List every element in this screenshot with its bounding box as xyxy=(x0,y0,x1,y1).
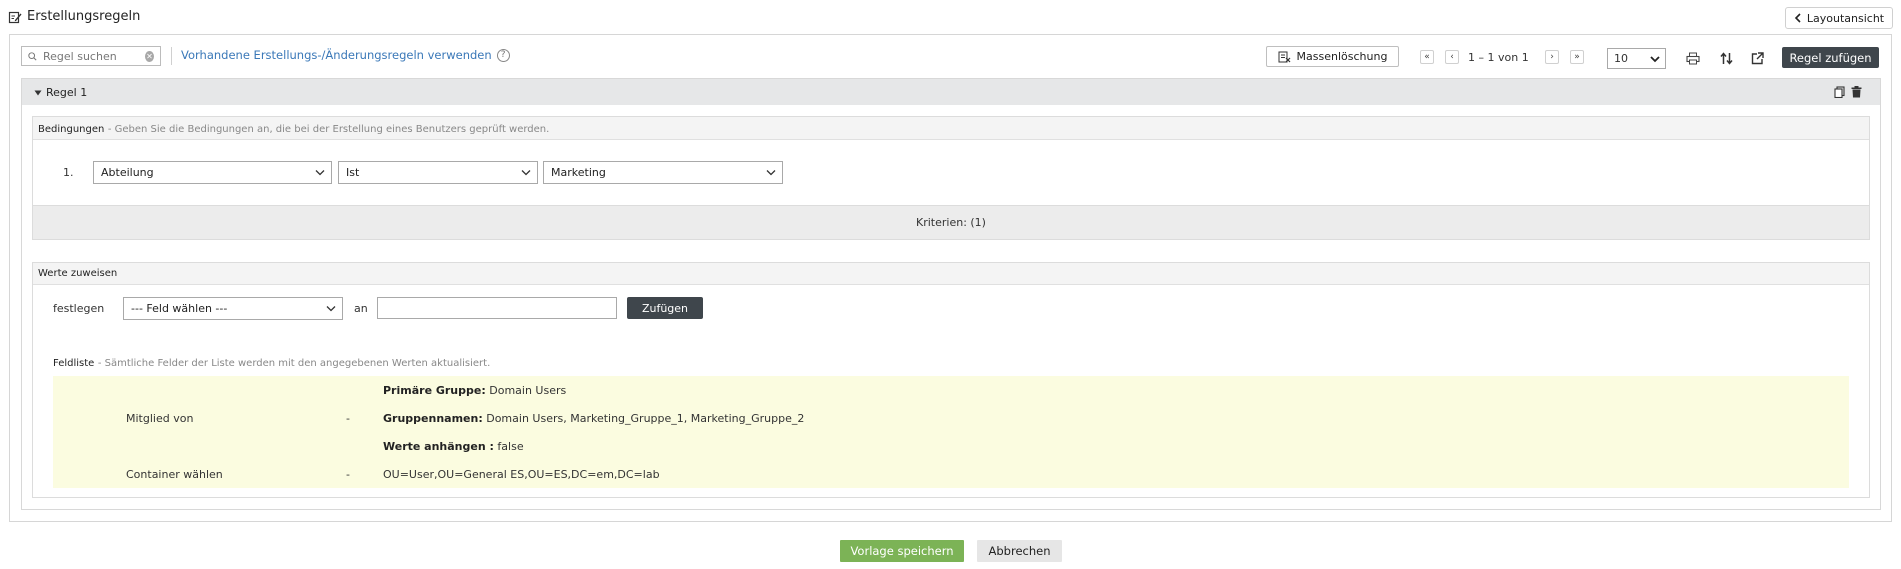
per-page-value: 10 xyxy=(1614,52,1628,65)
edit-icon xyxy=(8,11,22,23)
value-input[interactable] xyxy=(377,297,617,319)
search-icon xyxy=(28,51,37,61)
set-label: festlegen xyxy=(53,302,105,315)
export-button[interactable] xyxy=(1748,49,1766,67)
mass-delete-label: Massenlöschung xyxy=(1296,50,1388,63)
use-existing-rules-link[interactable]: Vorhandene Erstellungs-/Änderungsregeln … xyxy=(181,48,510,62)
group-names-value: Domain Users, Marketing_Gruppe_1, Market… xyxy=(486,412,805,425)
sort-icon xyxy=(1719,51,1733,65)
layout-view-button[interactable]: Layoutansicht xyxy=(1785,7,1893,29)
conditions-title: Bedingungen xyxy=(38,124,105,135)
prev-page-button[interactable]: ‹ xyxy=(1445,50,1459,64)
last-page-button[interactable]: » xyxy=(1570,50,1584,64)
use-existing-rules-label: Vorhandene Erstellungs-/Änderungsregeln … xyxy=(181,48,492,62)
page-info: 1 – 1 von 1 xyxy=(1468,51,1529,64)
trash-icon[interactable] xyxy=(1851,86,1862,98)
export-icon xyxy=(1751,51,1764,64)
field-select[interactable]: --- Feld wählen --- xyxy=(123,297,343,320)
append-values-value: false xyxy=(497,440,524,453)
field-list-heading: Feldliste - Sämtliche Felder der Liste w… xyxy=(53,356,490,369)
caret-down-icon xyxy=(34,90,42,95)
conditions-heading: Bedingungen - Geben Sie die Bedingungen … xyxy=(38,122,549,135)
container-dash: - xyxy=(346,468,350,481)
member-of-dash: - xyxy=(346,412,350,425)
print-button[interactable] xyxy=(1684,49,1702,67)
print-icon xyxy=(1686,52,1700,64)
cancel-button[interactable]: Abbrechen xyxy=(977,540,1062,562)
rule-title: Regel 1 xyxy=(46,86,88,99)
group-names-line: Gruppennamen: Domain Users, Marketing_Gr… xyxy=(383,412,804,425)
condition-value-select[interactable]: Marketing xyxy=(543,161,783,184)
field-select-value: --- Feld wählen --- xyxy=(131,302,228,315)
chevron-down-icon xyxy=(521,170,531,176)
rule-toggle[interactable]: Regel 1 xyxy=(34,86,87,99)
double-chevron-left-icon: « xyxy=(1424,52,1430,62)
layout-view-label: Layoutansicht xyxy=(1806,11,1885,25)
chevron-down-icon xyxy=(766,170,776,176)
double-chevron-right-icon: » xyxy=(1574,52,1580,62)
condition-operator-select[interactable]: Ist xyxy=(338,161,538,184)
add-rule-button[interactable]: Regel zufügen xyxy=(1782,47,1879,68)
assign-values-header xyxy=(33,263,1869,285)
criteria-bar: Kriterien: (1) xyxy=(33,205,1869,239)
field-list-subtitle: - Sämtliche Felder der Liste werden mit … xyxy=(97,358,491,369)
mass-delete-button[interactable]: Massenlöschung xyxy=(1266,46,1399,67)
chevron-down-icon xyxy=(326,306,336,312)
page-title: Erstellungsregeln xyxy=(8,9,140,24)
conditions-subtitle: - Geben Sie die Bedingungen an, die bei … xyxy=(107,124,550,135)
primary-group-key: Primäre Gruppe: xyxy=(383,384,486,397)
append-values-key: Werte anhängen : xyxy=(383,440,494,453)
condition-field-value: Abteilung xyxy=(101,166,154,179)
chevron-left-icon: ‹ xyxy=(1450,52,1454,62)
container-value: OU=User,OU=General ES,OU=ES,DC=em,DC=lab xyxy=(383,468,660,481)
field-list-title: Feldliste xyxy=(53,358,95,369)
container-label: Container wählen xyxy=(126,468,223,481)
condition-value: Marketing xyxy=(551,166,606,179)
help-icon[interactable]: ? xyxy=(496,48,510,62)
condition-field-select[interactable]: Abteilung xyxy=(93,161,332,184)
criteria-count: Kriterien: (1) xyxy=(916,216,986,229)
field-list-table xyxy=(53,376,1849,488)
member-of-label: Mitglied von xyxy=(126,412,194,425)
assign-values-title: Werte zuweisen xyxy=(38,268,118,279)
rule-search-input[interactable] xyxy=(43,49,139,63)
rule-actions xyxy=(1834,86,1862,98)
primary-group-value: Domain Users xyxy=(489,384,567,397)
group-names-key: Gruppennamen: xyxy=(383,412,483,425)
next-page-button[interactable]: › xyxy=(1545,50,1559,64)
condition-operator-value: Ist xyxy=(346,166,360,179)
first-page-button[interactable]: « xyxy=(1420,50,1434,64)
append-values-line: Werte anhängen : false xyxy=(383,440,524,453)
clear-search-icon[interactable]: ✕ xyxy=(145,50,154,62)
rule-header[interactable] xyxy=(22,79,1880,105)
list-delete-icon xyxy=(1278,51,1290,62)
sort-button[interactable] xyxy=(1717,49,1735,67)
chevron-right-icon: › xyxy=(1550,52,1554,62)
per-page-select[interactable]: 10 xyxy=(1607,48,1666,69)
condition-number: 1. xyxy=(63,166,74,179)
rule-search-box[interactable]: ✕ xyxy=(21,46,161,66)
chevron-down-icon xyxy=(1650,55,1660,62)
page-title-text: Erstellungsregeln xyxy=(27,9,141,24)
to-label: an xyxy=(354,302,368,315)
copy-icon[interactable] xyxy=(1834,86,1845,98)
primary-group-line: Primäre Gruppe: Domain Users xyxy=(383,384,566,397)
chevron-down-icon xyxy=(315,170,325,176)
add-value-button[interactable]: Zufügen xyxy=(627,297,703,319)
toolbar-divider xyxy=(171,47,172,65)
save-template-button[interactable]: Vorlage speichern xyxy=(840,540,964,562)
chevron-left-icon xyxy=(1794,13,1801,23)
